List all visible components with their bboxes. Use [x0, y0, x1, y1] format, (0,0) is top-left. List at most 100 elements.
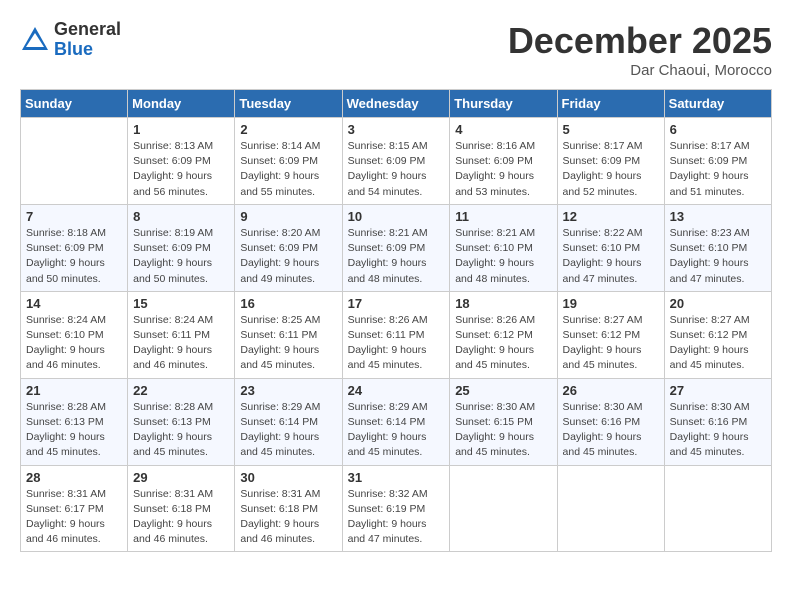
weekday-header-saturday: Saturday	[664, 90, 771, 118]
calendar-body: 1 Sunrise: 8:13 AMSunset: 6:09 PMDaylight…	[21, 118, 772, 552]
calendar-week-row: 21 Sunrise: 8:28 AMSunset: 6:13 PMDayligh…	[21, 378, 772, 465]
day-info: Sunrise: 8:30 AMSunset: 6:16 PMDaylight:…	[670, 400, 766, 461]
calendar-cell: 29Sunrise: 8:31 AMSunset: 6:18 PMDayligh…	[128, 465, 235, 552]
logo-general: General	[54, 20, 121, 40]
weekday-header-wednesday: Wednesday	[342, 90, 450, 118]
weekday-header-monday: Monday	[128, 90, 235, 118]
calendar-week-row: 14 Sunrise: 8:24 AMSunset: 6:10 PMDayligh…	[21, 291, 772, 378]
day-info: Sunrise: 8:28 AMSunset: 6:13 PMDaylight:…	[133, 400, 229, 461]
calendar-cell: 22Sunrise: 8:28 AMSunset: 6:13 PMDayligh…	[128, 378, 235, 465]
day-info: Sunrise: 8:21 AMSunset: 6:09 PMDaylight:…	[348, 226, 445, 287]
weekday-header-friday: Friday	[557, 90, 664, 118]
weekday-header-sunday: Sunday	[21, 90, 128, 118]
day-info: Sunrise: 8:17 AMSunset: 6:09 PMDaylight:…	[563, 139, 659, 200]
calendar-cell: 13Sunrise: 8:23 AMSunset: 6:10 PMDayligh…	[664, 204, 771, 291]
day-info: Sunrise: 8:23 AMSunset: 6:10 PMDaylight:…	[670, 226, 766, 287]
day-info: Sunrise: 8:29 AMSunset: 6:14 PMDaylight:…	[240, 400, 336, 461]
title-area: December 2025 Dar Chaoui, Morocco	[508, 20, 772, 79]
calendar-cell: 19 Sunrise: 8:27 AMSunset: 6:12 PMDayligh…	[557, 291, 664, 378]
calendar-cell: 16Sunrise: 8:25 AMSunset: 6:11 PMDayligh…	[235, 291, 342, 378]
calendar-cell: 2Sunrise: 8:14 AMSunset: 6:09 PMDaylight…	[235, 118, 342, 205]
day-info: Sunrise: 8:24 AMSunset: 6:10 PMDaylight:…	[26, 313, 122, 374]
calendar-cell: 7 Sunrise: 8:18 AMSunset: 6:09 PMDaylight…	[21, 204, 128, 291]
day-info: Sunrise: 8:13 AMSunset: 6:09 PMDaylight:…	[133, 139, 229, 200]
day-info: Sunrise: 8:31 AMSunset: 6:17 PMDaylight:…	[26, 487, 122, 548]
day-number: 24	[348, 383, 445, 398]
day-info: Sunrise: 8:14 AMSunset: 6:09 PMDaylight:…	[240, 139, 336, 200]
day-info: Sunrise: 8:27 AMSunset: 6:12 PMDaylight:…	[670, 313, 766, 374]
day-number: 26	[563, 383, 659, 398]
logo-blue: Blue	[54, 40, 121, 60]
day-number: 7	[26, 209, 122, 224]
calendar-cell: 3 Sunrise: 8:15 AMSunset: 6:09 PMDaylight…	[342, 118, 450, 205]
day-info: Sunrise: 8:20 AMSunset: 6:09 PMDaylight:…	[240, 226, 336, 287]
calendar-cell: 17Sunrise: 8:26 AMSunset: 6:11 PMDayligh…	[342, 291, 450, 378]
calendar-cell: 24 Sunrise: 8:29 AMSunset: 6:14 PMDayligh…	[342, 378, 450, 465]
day-number: 19	[563, 296, 659, 311]
calendar-header-row: SundayMondayTuesdayWednesdayThursdayFrid…	[21, 90, 772, 118]
calendar-cell	[21, 118, 128, 205]
day-info: Sunrise: 8:16 AMSunset: 6:09 PMDaylight:…	[455, 139, 551, 200]
day-number: 21	[26, 383, 122, 398]
day-number: 29	[133, 470, 229, 485]
day-number: 25	[455, 383, 551, 398]
logo-icon	[20, 25, 50, 55]
day-info: Sunrise: 8:26 AMSunset: 6:11 PMDaylight:…	[348, 313, 445, 374]
calendar-cell: 9 Sunrise: 8:20 AMSunset: 6:09 PMDaylight…	[235, 204, 342, 291]
day-number: 1	[133, 122, 229, 137]
day-number: 10	[348, 209, 445, 224]
day-number: 31	[348, 470, 445, 485]
day-number: 3	[348, 122, 445, 137]
calendar-cell	[450, 465, 557, 552]
calendar-cell: 8Sunrise: 8:19 AMSunset: 6:09 PMDaylight…	[128, 204, 235, 291]
day-number: 12	[563, 209, 659, 224]
day-info: Sunrise: 8:26 AMSunset: 6:12 PMDaylight:…	[455, 313, 551, 374]
calendar-cell: 28 Sunrise: 8:31 AMSunset: 6:17 PMDayligh…	[21, 465, 128, 552]
day-info: Sunrise: 8:15 AMSunset: 6:09 PMDaylight:…	[348, 139, 445, 200]
calendar-week-row: 28 Sunrise: 8:31 AMSunset: 6:17 PMDayligh…	[21, 465, 772, 552]
calendar-cell: 27 Sunrise: 8:30 AMSunset: 6:16 PMDayligh…	[664, 378, 771, 465]
logo-text: General Blue	[54, 20, 121, 60]
day-info: Sunrise: 8:30 AMSunset: 6:16 PMDaylight:…	[563, 400, 659, 461]
day-number: 27	[670, 383, 766, 398]
weekday-header-thursday: Thursday	[450, 90, 557, 118]
calendar-cell: 18Sunrise: 8:26 AMSunset: 6:12 PMDayligh…	[450, 291, 557, 378]
day-number: 30	[240, 470, 336, 485]
calendar-cell: 20 Sunrise: 8:27 AMSunset: 6:12 PMDayligh…	[664, 291, 771, 378]
day-number: 15	[133, 296, 229, 311]
day-number: 14	[26, 296, 122, 311]
calendar-cell: 12 Sunrise: 8:22 AMSunset: 6:10 PMDayligh…	[557, 204, 664, 291]
calendar-cell: 21 Sunrise: 8:28 AMSunset: 6:13 PMDayligh…	[21, 378, 128, 465]
location-subtitle: Dar Chaoui, Morocco	[508, 62, 772, 79]
calendar-cell: 23 Sunrise: 8:29 AMSunset: 6:14 PMDayligh…	[235, 378, 342, 465]
calendar-cell: 15Sunrise: 8:24 AMSunset: 6:11 PMDayligh…	[128, 291, 235, 378]
day-number: 28	[26, 470, 122, 485]
day-number: 23	[240, 383, 336, 398]
calendar-cell: 11Sunrise: 8:21 AMSunset: 6:10 PMDayligh…	[450, 204, 557, 291]
calendar-cell: 4 Sunrise: 8:16 AMSunset: 6:09 PMDaylight…	[450, 118, 557, 205]
day-info: Sunrise: 8:29 AMSunset: 6:14 PMDaylight:…	[348, 400, 445, 461]
calendar-cell: 26 Sunrise: 8:30 AMSunset: 6:16 PMDayligh…	[557, 378, 664, 465]
day-info: Sunrise: 8:28 AMSunset: 6:13 PMDaylight:…	[26, 400, 122, 461]
logo: General Blue	[20, 20, 121, 60]
day-info: Sunrise: 8:22 AMSunset: 6:10 PMDaylight:…	[563, 226, 659, 287]
day-info: Sunrise: 8:27 AMSunset: 6:12 PMDaylight:…	[563, 313, 659, 374]
calendar-table: SundayMondayTuesdayWednesdayThursdayFrid…	[20, 89, 772, 552]
day-number: 9	[240, 209, 336, 224]
calendar-week-row: 7 Sunrise: 8:18 AMSunset: 6:09 PMDaylight…	[21, 204, 772, 291]
day-info: Sunrise: 8:32 AMSunset: 6:19 PMDaylight:…	[348, 487, 445, 548]
day-number: 4	[455, 122, 551, 137]
day-info: Sunrise: 8:30 AMSunset: 6:15 PMDaylight:…	[455, 400, 551, 461]
calendar-cell: 25 Sunrise: 8:30 AMSunset: 6:15 PMDayligh…	[450, 378, 557, 465]
calendar-cell: 5 Sunrise: 8:17 AMSunset: 6:09 PMDaylight…	[557, 118, 664, 205]
calendar-cell: 31 Sunrise: 8:32 AMSunset: 6:19 PMDayligh…	[342, 465, 450, 552]
calendar-cell: 6Sunrise: 8:17 AMSunset: 6:09 PMDaylight…	[664, 118, 771, 205]
day-number: 20	[670, 296, 766, 311]
month-title: December 2025	[508, 20, 772, 62]
day-info: Sunrise: 8:25 AMSunset: 6:11 PMDaylight:…	[240, 313, 336, 374]
page-header: General Blue December 2025 Dar Chaoui, M…	[20, 20, 772, 79]
day-info: Sunrise: 8:21 AMSunset: 6:10 PMDaylight:…	[455, 226, 551, 287]
day-info: Sunrise: 8:18 AMSunset: 6:09 PMDaylight:…	[26, 226, 122, 287]
calendar-cell: 1 Sunrise: 8:13 AMSunset: 6:09 PMDaylight…	[128, 118, 235, 205]
day-number: 5	[563, 122, 659, 137]
